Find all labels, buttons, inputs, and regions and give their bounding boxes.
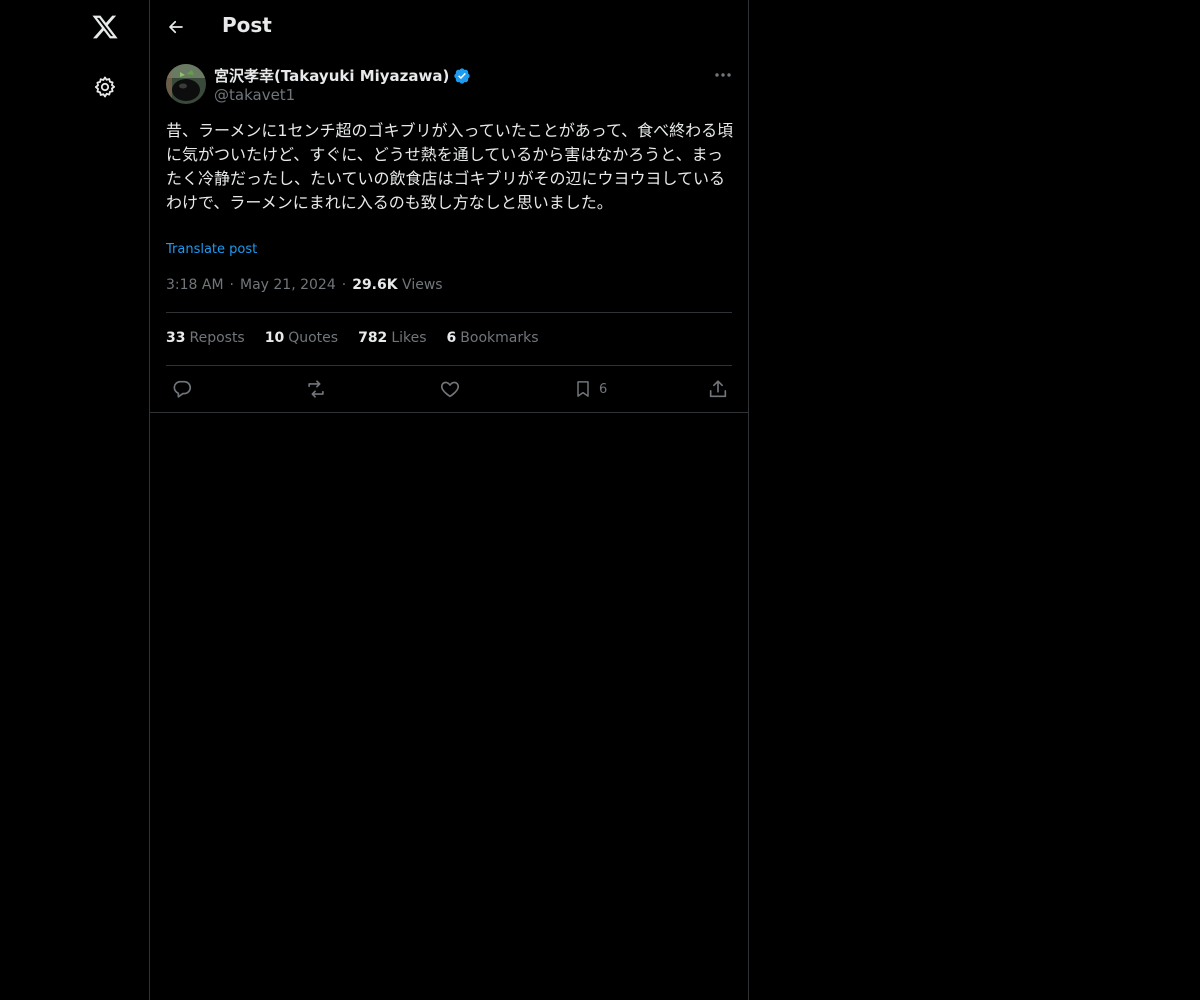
engagement-stats: 33 Reposts 10 Quotes 782 Likes 6 Bookmarks — [166, 330, 539, 346]
bookmark-button[interactable]: 6 — [573, 377, 607, 401]
avatar[interactable] — [166, 64, 206, 104]
post-meta: 3:18 AM · May 21, 2024 · 29.6K Views — [166, 277, 443, 293]
post-date[interactable]: May 21, 2024 — [240, 277, 336, 293]
author-handle[interactable]: @takavet1 — [214, 86, 295, 104]
post-actions: 6 — [150, 366, 748, 413]
x-logo-icon[interactable] — [86, 8, 124, 46]
reply-button[interactable] — [171, 377, 193, 401]
stat-reposts[interactable]: 33 Reposts — [166, 330, 245, 346]
back-button[interactable] — [160, 11, 192, 43]
share-icon — [709, 380, 727, 398]
share-button[interactable] — [707, 377, 729, 401]
heart-icon — [440, 381, 460, 398]
views-count: 29.6K — [352, 277, 398, 293]
post-time[interactable]: 3:18 AM — [166, 277, 224, 293]
more-horizontal-icon — [715, 73, 731, 77]
like-button[interactable] — [439, 377, 461, 401]
repost-icon — [308, 380, 324, 398]
gear-icon[interactable] — [86, 68, 124, 106]
more-button[interactable] — [710, 64, 736, 86]
views-label: Views — [402, 277, 443, 293]
post-header: Post — [150, 0, 748, 54]
page-title: Post — [222, 13, 272, 37]
reply-icon — [173, 380, 192, 398]
arrow-left-icon — [169, 20, 183, 34]
stat-likes[interactable]: 782 Likes — [358, 330, 426, 346]
stat-quotes[interactable]: 10 Quotes — [265, 330, 338, 346]
verified-badge-icon — [454, 67, 471, 84]
author-name[interactable]: 宮沢孝幸(Takayuki Miyazawa) — [214, 65, 471, 86]
meta-separator: · — [341, 277, 347, 293]
left-navigation — [0, 0, 149, 1000]
bookmark-icon — [577, 381, 589, 397]
stat-bookmarks[interactable]: 6 Bookmarks — [447, 330, 539, 346]
author-display-name: 宮沢孝幸(Takayuki Miyazawa) — [214, 67, 450, 85]
bookmark-count: 6 — [599, 381, 608, 397]
meta-separator: · — [229, 277, 234, 293]
repost-button[interactable] — [304, 377, 328, 401]
divider — [166, 312, 732, 313]
post-detail-column: Post 宮沢孝幸(Takayuki Miyazawa) @takavet1 昔… — [149, 0, 749, 1000]
post-text: 昔、ラーメンに1センチ超のゴキブリが入っていたことがあって、食べ終わる頃に気がつ… — [166, 121, 734, 212]
translate-post-link[interactable]: Translate post — [166, 242, 257, 257]
